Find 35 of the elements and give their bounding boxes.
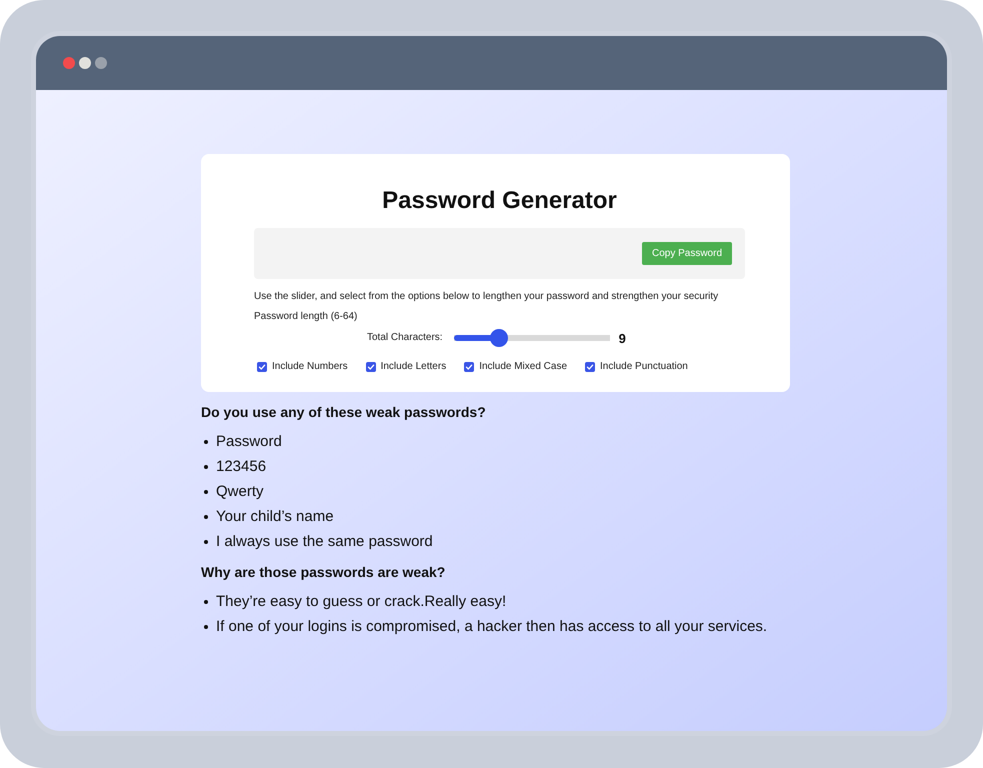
list-item-text: Password [216,433,282,450]
checkbox-label: Include Mixed Case [479,360,568,374]
checkbox[interactable] [464,362,474,372]
bullet-icon [204,540,208,544]
checkbox-label: Include Numbers [272,360,348,374]
checkbox[interactable] [257,362,267,372]
instructions-text: Use the slider, and select from the options below to lengthen your password and strengthen your security [254,290,720,304]
password-field[interactable]: Copy Password [254,228,745,279]
copy-password-button[interactable]: Copy Password [642,242,732,265]
slider-label: Total Characters: [367,331,443,345]
bullet-icon [204,514,208,518]
checkbox-label: Include Letters [380,360,446,374]
slider-thumb[interactable] [490,329,508,347]
window-dot-icon[interactable] [79,57,91,69]
bullet-icon [204,600,208,604]
bullet-icon [204,464,208,468]
window-dot-icon[interactable] [95,57,107,69]
length-value: 9 [618,330,626,346]
list-item-text: I always use the same password [216,533,433,550]
list-item-text: Qwerty [216,483,264,500]
checkbox-label: Include Punctuation [600,360,688,374]
list-item-text: They’re easy to guess or crack.Really easy! [216,593,506,610]
window-dot-icon[interactable] [63,57,75,69]
checkbox[interactable] [585,362,596,372]
list-item-text: Your child’s name [216,508,334,525]
section-heading: Why are those passwords are weak? [201,563,446,581]
section-heading: Do you use any of these weak passwords? [201,403,486,421]
list-item-text: If one of your logins is compromised, a hacker then has access to all your services. [216,618,768,635]
checkbox[interactable] [366,362,376,372]
bullet-icon [204,624,208,628]
length-label: Password length (6-64) [254,310,358,324]
card-title: Password Generator [381,186,618,216]
bullet-icon [204,440,208,444]
bullet-icon [204,490,208,494]
list-item-text: 123456 [216,458,266,475]
